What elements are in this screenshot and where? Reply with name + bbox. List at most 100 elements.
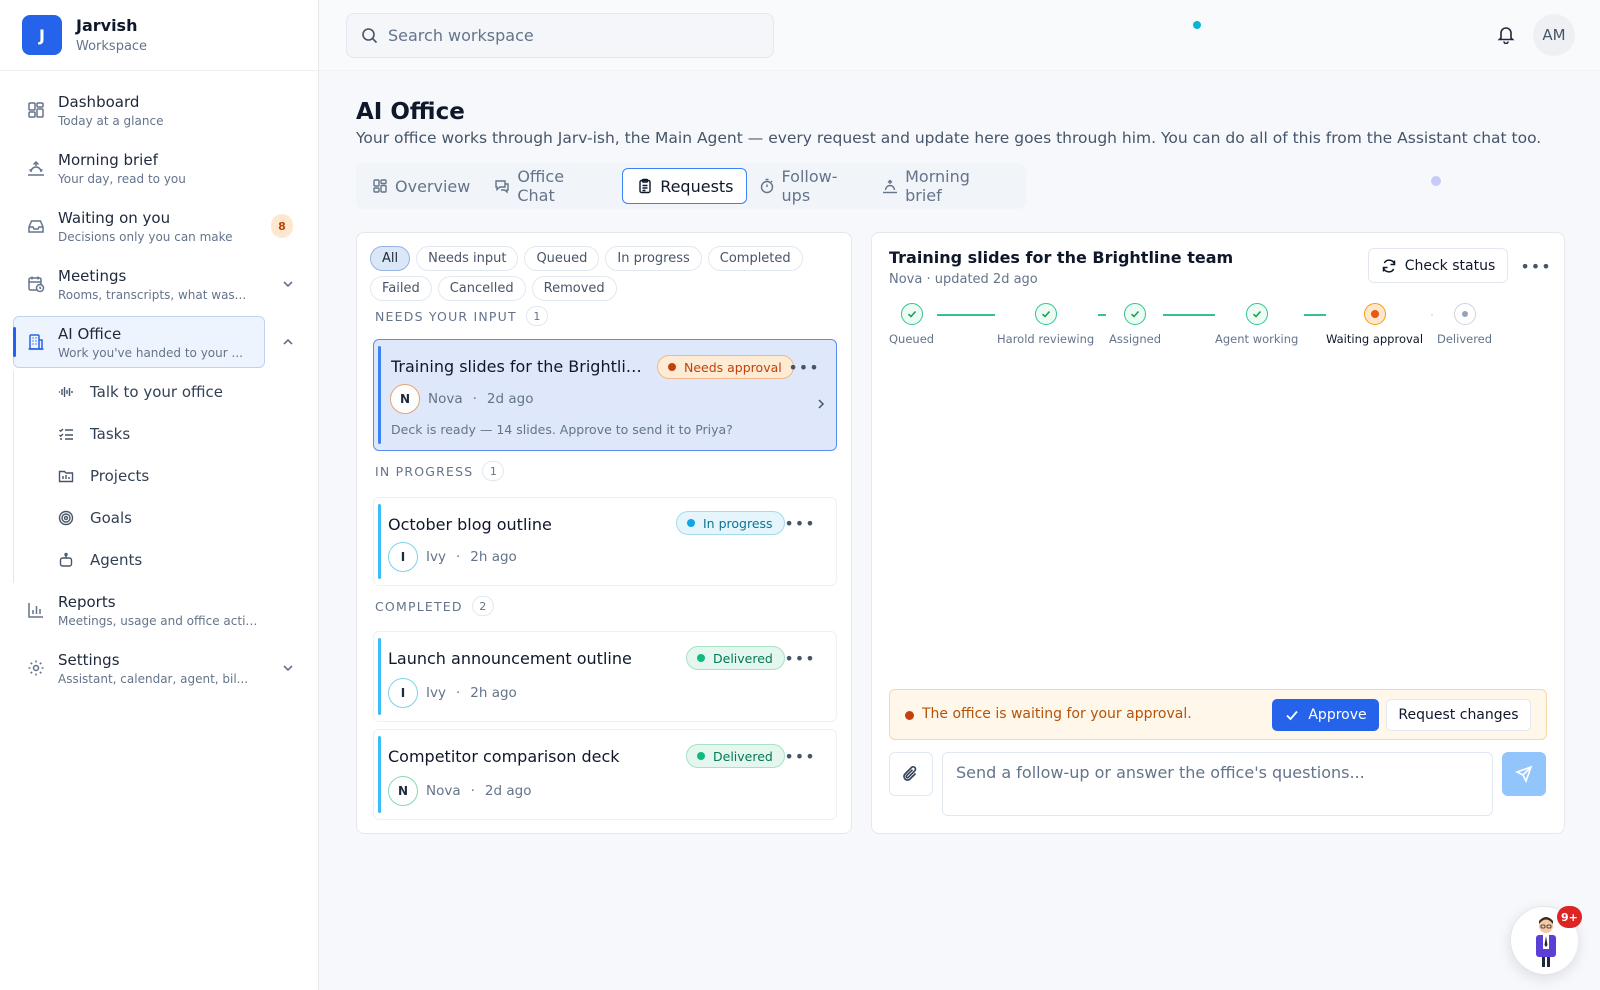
- subnav-label: Projects: [90, 467, 150, 485]
- section-label: IN PROGRESS: [375, 463, 474, 479]
- search-icon: [361, 27, 378, 44]
- waiting-count-badge: 8: [271, 214, 293, 238]
- sidebar-nav: Dashboard Today at a glance Morning brie…: [0, 71, 318, 697]
- check-status-label: Check status: [1404, 257, 1496, 274]
- step-label: Harold reviewing: [997, 332, 1095, 346]
- subnav-label: Agents: [90, 551, 143, 569]
- sidebar-item-subtitle: Assistant, calendar, agent, bil...: [58, 671, 249, 686]
- card-accent: [378, 504, 381, 579]
- sunrise-icon: [26, 158, 46, 178]
- tab-follow-ups[interactable]: Follow-ups: [759, 167, 871, 205]
- subnav-item-tasks[interactable]: Tasks: [0, 413, 318, 455]
- sidebar-item-label: Morning brief: [58, 150, 158, 169]
- approve-button[interactable]: Approve: [1272, 699, 1379, 731]
- sidebar-item-dashboard[interactable]: Dashboard Today at a glance: [0, 81, 318, 139]
- request-time: 2h ago: [470, 685, 517, 701]
- message-input[interactable]: [942, 752, 1493, 816]
- filter-chip-in-progress[interactable]: In progress: [605, 246, 702, 271]
- sidebar-item-meetings[interactable]: Meetings Rooms, transcripts, what was...: [0, 255, 318, 313]
- step-connector: [1304, 314, 1326, 316]
- status-label: Needs approval: [684, 359, 782, 375]
- more-options-icon[interactable]: •••: [784, 648, 814, 668]
- sidebar-item-morning-brief[interactable]: Morning brief Your day, read to you: [0, 139, 318, 197]
- status-badge: Delivered: [686, 744, 785, 768]
- bar-chart-icon: [26, 600, 46, 620]
- refresh-icon: [1381, 258, 1405, 274]
- sidebar-item-ai-office[interactable]: AI Office Work you've handed to your ...: [0, 313, 318, 371]
- section-label: COMPLETED: [375, 598, 463, 614]
- filter-chip-all[interactable]: All: [370, 246, 411, 271]
- request-card[interactable]: October blog outline In progress ••• I I…: [373, 497, 837, 586]
- tab-office-chat[interactable]: Office Chat: [494, 167, 610, 205]
- request-meta: N Nova · 2d ago: [388, 776, 531, 806]
- page-title: AI Office: [356, 99, 465, 125]
- tab-morning-brief[interactable]: Morning brief: [882, 167, 1014, 205]
- search-input[interactable]: [388, 26, 748, 45]
- brand[interactable]: J Jarvish Workspace: [0, 0, 318, 71]
- filter-chip-queued[interactable]: Queued: [524, 246, 600, 271]
- more-options-icon[interactable]: •••: [788, 357, 818, 377]
- chevron-down-icon[interactable]: [280, 660, 296, 676]
- check-icon: [1034, 303, 1057, 325]
- check-icon: [1284, 707, 1308, 723]
- send-button[interactable]: [1502, 752, 1546, 796]
- request-card[interactable]: Launch announcement outline Delivered ••…: [373, 631, 837, 722]
- detail-meta: Nova · updated 2d ago: [889, 272, 1038, 287]
- section-count: 1: [525, 306, 548, 326]
- sidebar-item-subtitle: Decisions only you can make: [58, 229, 233, 244]
- sunrise-icon: [882, 178, 898, 194]
- more-options-icon[interactable]: •••: [784, 746, 814, 766]
- search-box[interactable]: [346, 13, 774, 58]
- step-queued: Queued: [889, 303, 934, 346]
- more-options-icon[interactable]: •••: [784, 513, 814, 533]
- status-dot: [668, 363, 676, 371]
- progress-stepper: Queued Harold reviewing Assigned Agent w…: [889, 303, 1529, 353]
- section-header-needs-input: NEEDS YOUR INPUT 1: [375, 306, 548, 326]
- tab-label: Office Chat: [517, 167, 565, 205]
- tab-overview[interactable]: Overview: [372, 168, 482, 204]
- filter-chip-needs-input[interactable]: Needs input: [416, 246, 519, 271]
- request-preview: Deck is ready — 14 slides. Approve to se…: [391, 422, 733, 437]
- approve-label: Approve: [1308, 707, 1367, 723]
- clipboard-icon: [637, 178, 653, 194]
- subnav-item-projects[interactable]: Projects: [0, 455, 318, 497]
- sidebar-item-subtitle: Your day, read to you: [58, 171, 186, 186]
- request-title: Competitor comparison deck: [388, 747, 620, 766]
- subnav-item-talk-to-office[interactable]: Talk to your office: [0, 371, 318, 413]
- status-badge: Delivered: [686, 646, 785, 670]
- filter-chip-completed[interactable]: Completed: [707, 246, 803, 271]
- tab-bar: Overview Office Chat Requests Follow-ups…: [356, 163, 1026, 209]
- sidebar-item-label: Settings: [58, 650, 120, 669]
- agent-avatar: I: [388, 542, 418, 572]
- status-label: Delivered: [713, 748, 773, 764]
- notification-dot: [1193, 21, 1201, 29]
- request-card[interactable]: Training slides for the Brightline team …: [373, 339, 837, 451]
- subnav-item-goals[interactable]: Goals: [0, 497, 318, 539]
- tab-label: Overview: [395, 176, 471, 196]
- filter-chip-cancelled[interactable]: Cancelled: [437, 276, 526, 301]
- sidebar-item-settings[interactable]: Settings Assistant, calendar, agent, bil…: [0, 639, 318, 697]
- chevron-up-icon[interactable]: [280, 334, 296, 350]
- sidebar-item-waiting-on-you[interactable]: Waiting on you Decisions only you can ma…: [0, 197, 318, 255]
- attach-button[interactable]: [889, 752, 933, 796]
- grid-icon: [372, 178, 388, 194]
- bell-icon[interactable]: [1496, 24, 1518, 46]
- request-time: 2d ago: [484, 783, 532, 799]
- chevron-down-icon[interactable]: [280, 276, 296, 292]
- check-status-button[interactable]: Check status: [1368, 248, 1508, 283]
- subnav-item-agents[interactable]: Agents: [0, 539, 318, 581]
- request-card[interactable]: Competitor comparison deck Delivered •••…: [373, 729, 837, 820]
- tab-requests[interactable]: Requests: [622, 168, 747, 204]
- user-avatar[interactable]: AM: [1533, 14, 1575, 56]
- filter-chip-removed[interactable]: Removed: [531, 276, 617, 301]
- more-options-icon[interactable]: •••: [1520, 256, 1550, 276]
- subnav-label: Goals: [90, 509, 132, 527]
- request-changes-button[interactable]: Request changes: [1386, 699, 1531, 731]
- status-badge: In progress: [676, 511, 785, 535]
- section-label: NEEDS YOUR INPUT: [375, 308, 517, 324]
- status-dot: [905, 711, 914, 720]
- step-label: Queued: [889, 332, 935, 346]
- sidebar-item-reports[interactable]: Reports Meetings, usage and office activ…: [0, 581, 318, 639]
- agent-name: Nova: [428, 391, 463, 407]
- filter-chip-failed[interactable]: Failed: [370, 276, 432, 301]
